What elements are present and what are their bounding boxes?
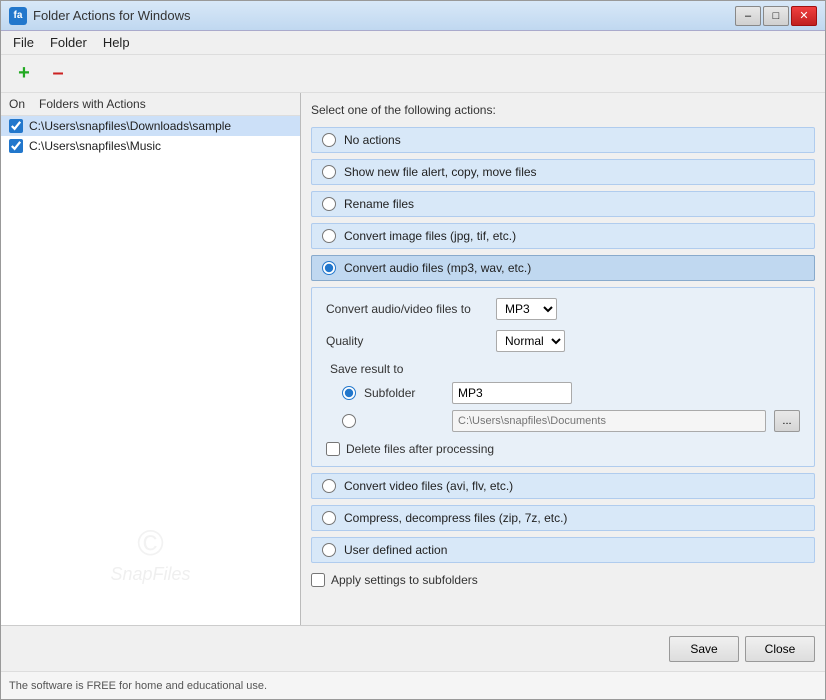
apply-subfolders-row: Apply settings to subfolders xyxy=(311,573,815,587)
menu-file[interactable]: File xyxy=(5,33,42,52)
format-label: Convert audio/video files to xyxy=(326,302,486,316)
apply-subfolders-label: Apply settings to subfolders xyxy=(331,573,478,587)
action-show-alert[interactable]: Show new file alert, copy, move files xyxy=(311,159,815,185)
folder-item-music[interactable]: C:\Users\snapfiles\Music xyxy=(1,136,300,156)
remove-folder-button[interactable]: – xyxy=(43,61,73,87)
action-rename[interactable]: Rename files xyxy=(311,191,815,217)
label-convert-audio: Convert audio files (mp3, wav, etc.) xyxy=(344,261,531,275)
label-no-actions: No actions xyxy=(344,133,401,147)
save-path-input[interactable] xyxy=(452,410,766,432)
folder-list: C:\Users\snapfiles\Downloads\sample C:\U… xyxy=(1,116,300,625)
maximize-button[interactable]: □ xyxy=(763,6,789,26)
section-label: Select one of the following actions: xyxy=(311,103,815,117)
action-convert-image[interactable]: Convert image files (jpg, tif, etc.) xyxy=(311,223,815,249)
action-convert-video[interactable]: Convert video files (avi, flv, etc.) xyxy=(311,473,815,499)
label-compress: Compress, decompress files (zip, 7z, etc… xyxy=(344,511,567,525)
main-window: fa Folder Actions for Windows – □ ✕ File… xyxy=(0,0,826,700)
minimize-button[interactable]: – xyxy=(735,6,761,26)
apply-subfolders-checkbox[interactable] xyxy=(311,573,325,587)
radio-rename[interactable] xyxy=(322,197,336,211)
status-bar: The software is FREE for home and educat… xyxy=(1,671,825,699)
label-convert-image: Convert image files (jpg, tif, etc.) xyxy=(344,229,516,243)
radio-convert-image[interactable] xyxy=(322,229,336,243)
status-text: The software is FREE for home and educat… xyxy=(9,680,267,692)
action-user-defined[interactable]: User defined action xyxy=(311,537,815,563)
radio-user-defined[interactable] xyxy=(322,543,336,557)
header-folders: Folders with Actions xyxy=(39,97,292,111)
toolbar: + – xyxy=(1,55,825,93)
delete-checkbox[interactable] xyxy=(326,442,340,456)
title-bar: fa Folder Actions for Windows – □ ✕ xyxy=(1,1,825,31)
delete-row: Delete files after processing xyxy=(326,442,800,456)
window-title: Folder Actions for Windows xyxy=(33,8,191,23)
label-show-alert: Show new file alert, copy, move files xyxy=(344,165,537,179)
right-panel: Select one of the following actions: No … xyxy=(301,93,825,625)
radio-path[interactable] xyxy=(342,414,356,428)
left-panel: On Folders with Actions C:\Users\snapfil… xyxy=(1,93,301,625)
folder-checkbox-downloads[interactable] xyxy=(9,119,23,133)
menu-bar: File Folder Help xyxy=(1,31,825,55)
add-folder-button[interactable]: + xyxy=(9,61,39,87)
button-bar: Save Close xyxy=(1,625,825,671)
save-result-section: Save result to Subfolder ... xyxy=(330,362,800,432)
action-no-actions[interactable]: No actions xyxy=(311,127,815,153)
subfolder-label: Subfolder xyxy=(364,386,444,400)
audio-settings-panel: Convert audio/video files to MP3 WAV OGG… xyxy=(311,287,815,467)
main-content: On Folders with Actions C:\Users\snapfil… xyxy=(1,93,825,625)
format-row: Convert audio/video files to MP3 WAV OGG… xyxy=(326,298,800,320)
close-button[interactable]: Close xyxy=(745,636,815,662)
label-rename: Rename files xyxy=(344,197,414,211)
app-icon: fa xyxy=(9,7,27,25)
label-convert-video: Convert video files (avi, flv, etc.) xyxy=(344,479,513,493)
radio-convert-video[interactable] xyxy=(322,479,336,493)
quality-select[interactable]: Normal High Low xyxy=(496,330,565,352)
save-result-label: Save result to xyxy=(330,362,800,376)
format-select[interactable]: MP3 WAV OGG FLAC AAC xyxy=(496,298,557,320)
folder-checkbox-music[interactable] xyxy=(9,139,23,153)
close-window-button[interactable]: ✕ xyxy=(791,6,817,26)
radio-no-actions[interactable] xyxy=(322,133,336,147)
path-row: ... xyxy=(330,410,800,432)
browse-button[interactable]: ... xyxy=(774,410,800,432)
menu-help[interactable]: Help xyxy=(95,33,138,52)
quality-row: Quality Normal High Low xyxy=(326,330,800,352)
radio-subfolder[interactable] xyxy=(342,386,356,400)
panel-header: On Folders with Actions xyxy=(1,93,300,116)
radio-convert-audio[interactable] xyxy=(322,261,336,275)
menu-folder[interactable]: Folder xyxy=(42,33,95,52)
action-convert-audio[interactable]: Convert audio files (mp3, wav, etc.) xyxy=(311,255,815,281)
delete-label: Delete files after processing xyxy=(346,442,494,456)
subfolder-row: Subfolder xyxy=(330,382,800,404)
window-controls: – □ ✕ xyxy=(735,6,817,26)
label-user-defined: User defined action xyxy=(344,543,447,557)
action-compress[interactable]: Compress, decompress files (zip, 7z, etc… xyxy=(311,505,815,531)
radio-compress[interactable] xyxy=(322,511,336,525)
folder-item-downloads[interactable]: C:\Users\snapfiles\Downloads\sample xyxy=(1,116,300,136)
subfolder-input[interactable] xyxy=(452,382,572,404)
quality-label: Quality xyxy=(326,334,486,348)
save-button[interactable]: Save xyxy=(669,636,739,662)
folder-path-music: C:\Users\snapfiles\Music xyxy=(29,139,161,153)
radio-show-alert[interactable] xyxy=(322,165,336,179)
header-on: On xyxy=(9,97,39,111)
folder-path-downloads: C:\Users\snapfiles\Downloads\sample xyxy=(29,119,231,133)
